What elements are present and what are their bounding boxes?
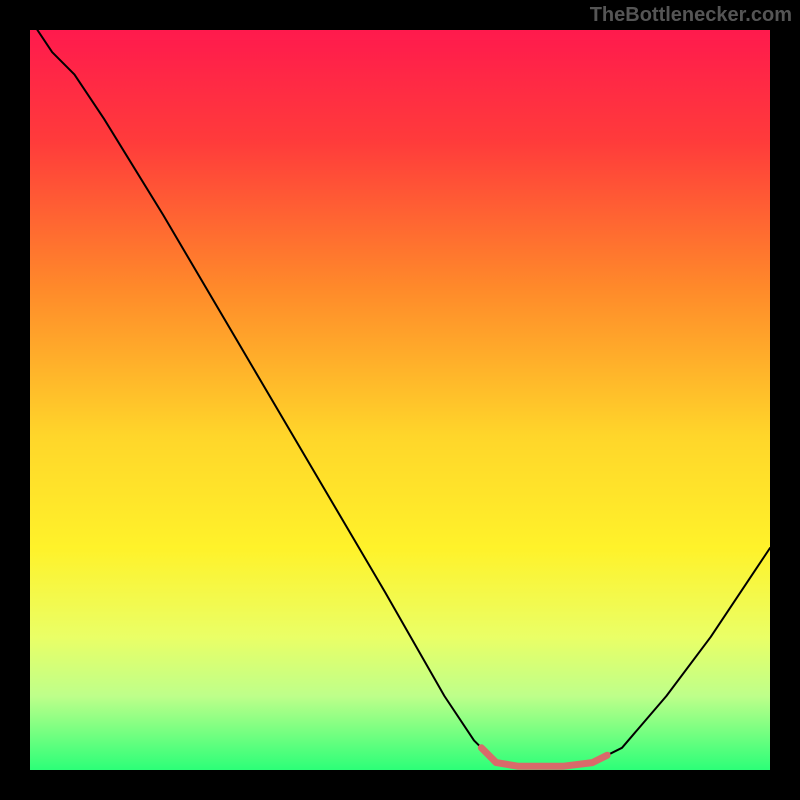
chart-container: TheBottlenecker.com <box>0 0 800 800</box>
gradient-background <box>30 30 770 770</box>
watermark-text: TheBottlenecker.com <box>590 4 792 27</box>
chart-svg <box>30 30 770 770</box>
plot-area <box>30 30 770 770</box>
